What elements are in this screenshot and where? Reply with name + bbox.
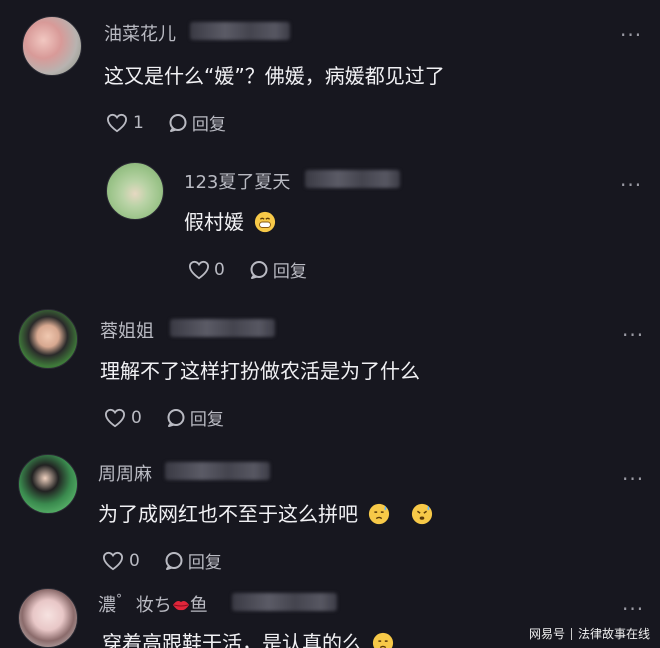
lips-emoji [172,601,189,611]
like-count: 1 [133,112,144,133]
reply-label: 回复 [187,553,222,573]
chat-bubble-icon [167,408,185,427]
degree-sign: ° [116,592,122,606]
username[interactable]: 123夏了夏天 [184,168,290,194]
username[interactable]: 油菜花儿 [104,20,176,46]
username-part: 濃 [98,595,116,616]
comment-actions: 1 回复 [106,110,226,135]
heart-icon [188,260,210,279]
comment-text-content: 为了成网红也不至于这么拼吧 [98,502,358,526]
sweat-emoji [411,503,432,525]
blurred-ip-info [190,22,290,40]
reply-label: 回复 [189,410,224,430]
heart-icon [104,408,126,427]
username-part: 鱼 [189,595,208,616]
avatar[interactable] [106,162,164,220]
reply-item: 123夏了夏天 ··· 假村媛 0 回复 [0,150,660,295]
reply-label: 回复 [191,115,226,135]
avatar[interactable] [18,588,78,648]
reply-button[interactable]: 回复 [164,548,222,573]
username[interactable]: 周周麻 [98,460,152,486]
comment-text: 理解不了这样打扮做农活是为了什么 [100,359,420,383]
sweat-emoji [369,503,390,525]
comment-text: 穿着高跟鞋干活，是认真的么 [102,627,394,648]
heart-icon [102,551,124,570]
like-button[interactable]: 0 [104,408,142,428]
chat-bubble-icon [169,113,187,132]
comment-text-content: 穿着高跟鞋干活，是认真的么 [102,631,362,648]
chat-bubble-icon [165,551,183,570]
comment-text: 为了成网红也不至于这么拼吧 [98,498,433,527]
reply-label: 回复 [272,262,307,282]
more-dots-icon[interactable]: ··· [620,175,642,195]
comment-text: 假村媛 [184,206,276,235]
watermark: 网易号 法律故事在线 [529,625,650,642]
blurred-ip-info [232,593,337,611]
comment-item: 油菜花儿 ··· 这又是什么“媛”？佛媛，病媛都见过了 1 回复 [0,0,660,150]
reply-button[interactable]: 回复 [166,405,224,430]
like-button[interactable]: 0 [188,260,225,280]
blurred-ip-info [165,462,270,480]
watermark-channel: 法律故事在线 [577,627,650,641]
like-count: 0 [131,407,142,428]
reply-button[interactable]: 回复 [249,257,307,282]
sweat-emoji [373,632,394,648]
comment-item: 周周麻 ··· 为了成网红也不至于这么拼吧 0 回复 [0,440,660,585]
like-count: 0 [129,550,140,571]
avatar[interactable] [18,454,78,514]
username-part: 妆ち [135,595,172,616]
watermark-brand: 网易号 [528,627,565,641]
username[interactable]: 蓉姐姐 [100,317,154,343]
like-button[interactable]: 1 [106,113,144,133]
comment-text-content: 假村媛 [184,210,244,234]
more-dots-icon[interactable]: ··· [620,25,642,45]
more-dots-icon[interactable]: ··· [622,599,644,619]
more-dots-icon[interactable]: ··· [622,325,644,345]
watermark-divider [570,627,572,640]
blurred-ip-info [170,319,275,337]
comment-text: 这又是什么“媛”？佛媛，病媛都见过了 [104,64,445,88]
comment-actions: 0 回复 [104,405,224,430]
like-count: 0 [214,259,225,280]
blurred-ip-info [305,170,400,188]
grinning-emoji [255,211,276,233]
comment-item: 蓉姐姐 ··· 理解不了这样打扮做农活是为了什么 0 回复 [0,295,660,440]
comment-actions: 0 回复 [102,548,222,573]
more-dots-icon[interactable]: ··· [622,469,644,489]
comment-actions: 0 回复 [188,257,307,282]
like-button[interactable]: 0 [102,551,140,571]
avatar[interactable] [22,16,82,76]
chat-bubble-icon [250,260,268,279]
heart-icon [106,113,128,132]
reply-button[interactable]: 回复 [168,110,226,135]
username[interactable]: 濃° 妆ち鱼 [98,591,208,617]
avatar[interactable] [18,309,78,369]
